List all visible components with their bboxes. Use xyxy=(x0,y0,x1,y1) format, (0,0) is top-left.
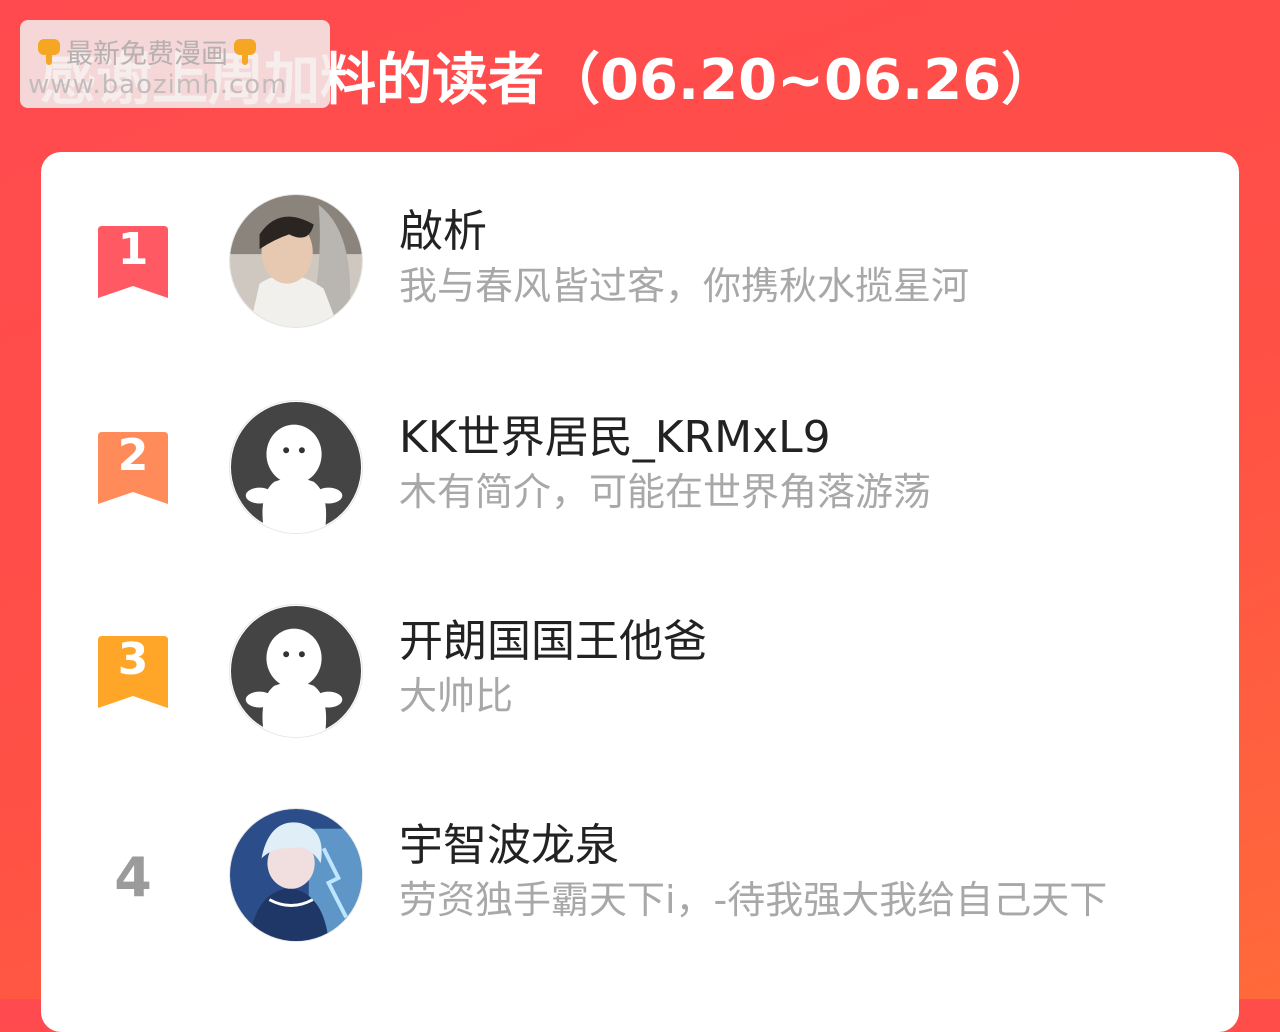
watermark-line1: 最新免费漫画 xyxy=(36,32,258,71)
reader-name: 宇智波龙泉 xyxy=(399,820,619,871)
rank-number: 4 xyxy=(114,846,152,909)
reader-bio: 劳资独手霸天下i，-待我强大我给自己天下 xyxy=(399,878,1108,922)
rank-badge-icon: 2 xyxy=(98,432,168,504)
ranking-row[interactable]: 3 开朗国国王他爸 大帅比 xyxy=(41,604,1239,744)
ranking-row[interactable]: 1 啟析 我与春风皆过客，你携秋水揽星河 xyxy=(41,194,1239,334)
reader-name: 开朗国国王他爸 xyxy=(399,616,707,667)
reader-name: 啟析 xyxy=(399,206,487,257)
pointing-down-hand-icon xyxy=(38,38,60,65)
watermark-url: www.baozimh.com xyxy=(28,70,288,100)
avatar[interactable] xyxy=(229,808,363,942)
reader-ranking-card: 1 啟析 我与春风皆过客，你携秋水揽星河 2 KK世界居民_KRMxL9 木有简… xyxy=(41,152,1239,1032)
rank-number: 1 xyxy=(118,226,149,275)
rank-badge-icon: 3 xyxy=(98,636,168,708)
rank-number: 2 xyxy=(118,432,149,481)
pointing-down-hand-icon xyxy=(234,38,256,65)
reader-bio: 大帅比 xyxy=(399,674,514,718)
rank-number: 3 xyxy=(118,636,149,685)
watermark-text: 最新免费漫画 xyxy=(66,39,228,70)
reader-bio: 木有简介，可能在世界角落游荡 xyxy=(399,470,932,514)
ranking-row[interactable]: 4 宇智波龙泉 劳资独手霸天下i，-待我强大我给自己天下 xyxy=(41,808,1239,948)
watermark: 最新免费漫画 www.baozimh.com xyxy=(20,20,330,108)
ranking-row[interactable]: 2 KK世界居民_KRMxL9 木有简介，可能在世界角落游荡 xyxy=(41,400,1239,540)
avatar[interactable] xyxy=(229,604,363,738)
avatar[interactable] xyxy=(229,400,363,534)
avatar[interactable] xyxy=(229,194,363,328)
anime-avatar-icon xyxy=(230,809,362,941)
reader-bio: 我与春风皆过客，你携秋水揽星河 xyxy=(399,264,970,308)
default-avatar-icon xyxy=(230,605,362,737)
rank-badge-icon: 1 xyxy=(98,226,168,298)
default-avatar-icon xyxy=(230,401,362,533)
photo-avatar-icon xyxy=(230,195,362,327)
reader-name: KK世界居民_KRMxL9 xyxy=(399,412,831,463)
